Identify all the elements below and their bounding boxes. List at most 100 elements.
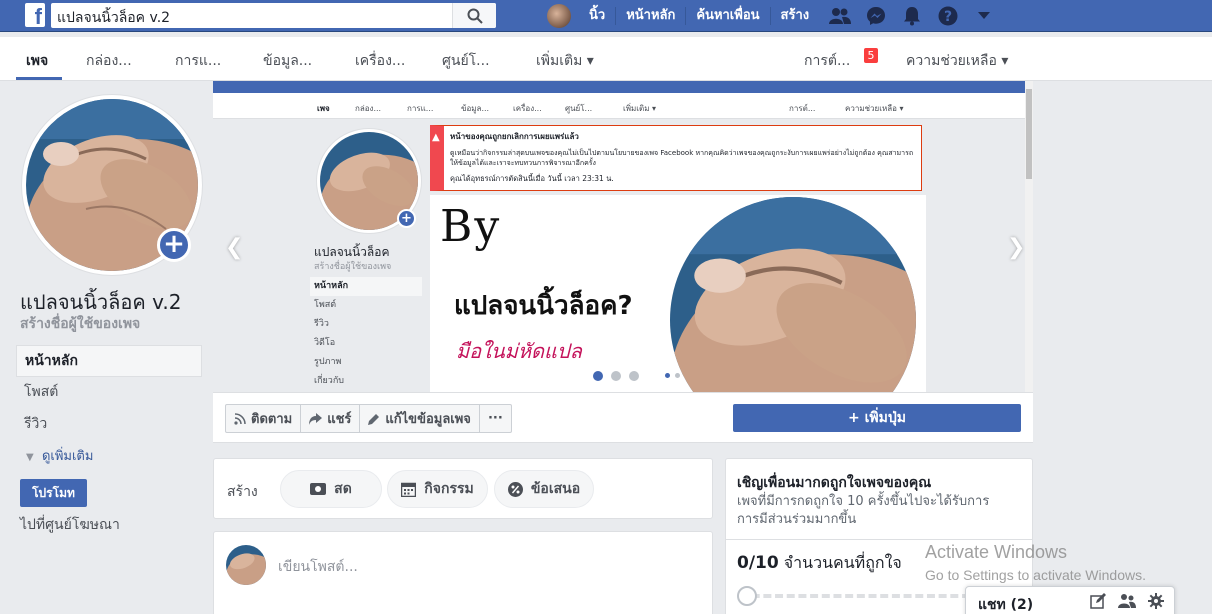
tab-inbox[interactable]: กล่อง... [86, 50, 132, 72]
settings-gear-icon[interactable] [1148, 593, 1164, 609]
tab-insights[interactable]: ข้อมูล... [263, 50, 312, 72]
cover-shot-nav-item: วิดีโอ [314, 338, 336, 348]
create-username-link[interactable]: สร้างชื่อผู้ใช้ของเพจ [20, 313, 140, 335]
page-action-bar: ติดตาม แชร์ แก้ไขข้อมูลเพจ ··· + เพิ่มปุ… [213, 392, 1033, 443]
notifications-bell-icon[interactable] [897, 0, 927, 32]
cover-title-text: แปลจนนิ้วล็อค? [454, 291, 633, 321]
cover-shot-dot [665, 373, 670, 378]
cover-shot-topbar [213, 81, 1025, 93]
cover-shot-nav-item: รีวิว [314, 319, 329, 329]
chat-label: แชท (2) [978, 597, 1034, 613]
follow-label: ติดตาม [251, 412, 293, 427]
help-glyph: ? [944, 9, 952, 25]
cover-shot-tab: เพิ่มเติม ▾ [623, 104, 657, 113]
chat-icons [1090, 593, 1164, 609]
add-profile-photo-button[interactable]: + [157, 228, 191, 262]
home-link[interactable]: หน้าหลัก [616, 7, 687, 25]
cover-scrollbar[interactable] [1025, 81, 1033, 392]
go-live-button[interactable]: สด [280, 470, 382, 508]
action-button-group: ติดตาม แชร์ แก้ไขข้อมูลเพจ ··· [225, 404, 512, 433]
more-options-button[interactable]: ··· [480, 405, 511, 432]
see-more-link[interactable]: ▼ ดูเพิ่มเติม [16, 441, 202, 473]
ad-center-link[interactable]: ไปที่ศูนย์โฆษณา [20, 514, 120, 536]
tab-center[interactable]: ศูนย์โ... [442, 50, 490, 72]
cover-shot-tab: ศูนย์โ... [565, 104, 593, 113]
edit-page-info-button[interactable]: แก้ไขข้อมูลเพจ [360, 405, 480, 432]
search-box[interactable]: แปลจนนิ้วล็อค v.2 [51, 3, 496, 28]
tab-help[interactable]: ความช่วยเหลือ ▾ [906, 50, 1008, 72]
pencil-icon [368, 413, 380, 425]
tab-more[interactable]: เพิ่มเติม ▾ [536, 50, 594, 72]
tab-page[interactable]: เพจ [26, 50, 48, 72]
create-card: สร้าง สด กิจกรรม ข้อเสนอ [213, 458, 713, 519]
friend-requests-icon[interactable] [825, 0, 855, 32]
cover-shot-nav-item: รูปภาพ [314, 357, 342, 367]
caret-down-icon: ▼ [26, 452, 34, 463]
slideshow-dots [593, 371, 639, 381]
post-composer[interactable]: เขียนโพสต์... [213, 531, 713, 614]
activate-windows-subtitle: Go to Settings to activate Windows. [925, 567, 1146, 583]
cover-shot-plus-icon: + [397, 209, 416, 228]
like-count-label: จำนวนคนที่ถูกใจ [783, 553, 902, 572]
cover-next-arrow-icon[interactable]: ❯ [1007, 235, 1025, 260]
messenger-icon[interactable] [861, 0, 891, 32]
create-label: สร้าง [227, 484, 258, 500]
cover-shot-username: สร้างชื่อผู้ใช้ของเพจ [314, 262, 392, 272]
share-arrow-icon [309, 412, 323, 425]
top-navigation-bar: f แปลจนนิ้วล็อค v.2 นิ้ว หน้าหลัก ค้นหาเ… [0, 0, 1212, 32]
slide-dot[interactable] [629, 371, 639, 381]
help-icon[interactable]: ? [933, 0, 963, 32]
scrollbar-thumb[interactable] [1026, 89, 1032, 179]
facebook-logo-icon[interactable]: f [25, 3, 45, 27]
account-menu-chevron-icon[interactable] [969, 0, 999, 32]
tab-tools[interactable]: เครื่อง... [355, 50, 405, 72]
cover-shot-nav-item: หน้าหลัก [310, 277, 422, 296]
offer-label: ข้อเสนอ [530, 481, 581, 497]
slide-dot[interactable] [611, 371, 621, 381]
search-button[interactable] [452, 3, 496, 28]
tab-notifications[interactable]: การต์... [804, 50, 850, 72]
like-count-value: 0/10 [737, 553, 779, 573]
calendar-icon [401, 482, 417, 497]
chat-sidebar-tab[interactable]: แชท (2) [965, 586, 1175, 614]
cover-shot-tab: การแ... [407, 104, 434, 113]
like-progress-knob [737, 586, 757, 606]
cover-shot-tab: กล่อง... [355, 104, 382, 113]
like-progress-track [740, 594, 970, 598]
alert-time: คุณได้อุทธรณ์การตัดสินนี้เมื่อ วันนี้ เว… [450, 174, 614, 183]
profile-link[interactable]: นิ้ว [579, 7, 617, 25]
user-avatar[interactable] [547, 4, 571, 28]
cover-shot-tab: ความช่วยเหลือ ▾ [845, 104, 904, 113]
cover-shot-dots [665, 373, 680, 378]
active-tab-underline [16, 77, 62, 80]
cover-photo[interactable]: เพจ กล่อง... การแ... ข้อมูล... เครื่อง..… [213, 81, 1033, 392]
top-right-menu: นิ้ว หน้าหลัก ค้นหาเพื่อน สร้าง ? [547, 0, 999, 32]
add-button[interactable]: + เพิ่มปุ่ม [733, 404, 1021, 432]
slide-dot[interactable] [593, 371, 603, 381]
compose-icon[interactable] [1090, 593, 1106, 609]
left-nav-reviews[interactable]: รีวิว [16, 409, 202, 441]
share-button[interactable]: แชร์ [301, 405, 361, 432]
find-friends-link[interactable]: ค้นหาเพื่อน [686, 7, 771, 25]
cover-shot-tab: เครื่อง... [513, 104, 542, 113]
left-nav-posts[interactable]: โพสต์ [16, 377, 202, 409]
follow-button[interactable]: ติดตาม [226, 405, 302, 432]
create-event-button[interactable]: กิจกรรม [387, 470, 488, 508]
event-label: กิจกรรม [424, 481, 474, 497]
share-label: แชร์ [327, 412, 352, 427]
offer-percent-icon [507, 481, 523, 497]
left-nav-home[interactable]: หน้าหลัก [16, 345, 202, 377]
create-offer-button[interactable]: ข้อเสนอ [494, 470, 594, 508]
search-input[interactable]: แปลจนนิ้วล็อค v.2 [57, 7, 170, 29]
write-post-input[interactable]: เขียนโพสต์... [278, 556, 358, 578]
promote-button[interactable]: โปรโมท [20, 479, 87, 507]
create-link[interactable]: สร้าง [771, 7, 820, 25]
page-left-nav: หน้าหลัก โพสต์ รีวิว ▼ ดูเพิ่มเติม [16, 345, 202, 473]
tab-manage[interactable]: การแ... [175, 50, 221, 72]
page-admin-tabs: เพจ กล่อง... การแ... ข้อมูล... เครื่อง..… [0, 37, 1212, 81]
cover-shot-tab: การต์... [789, 104, 816, 113]
cover-prev-arrow-icon[interactable]: ❮ [225, 235, 243, 260]
group-icon[interactable] [1118, 593, 1136, 609]
composer-avatar [226, 545, 266, 585]
cover-shot-nav-item: เกี่ยวกับ [314, 376, 345, 386]
